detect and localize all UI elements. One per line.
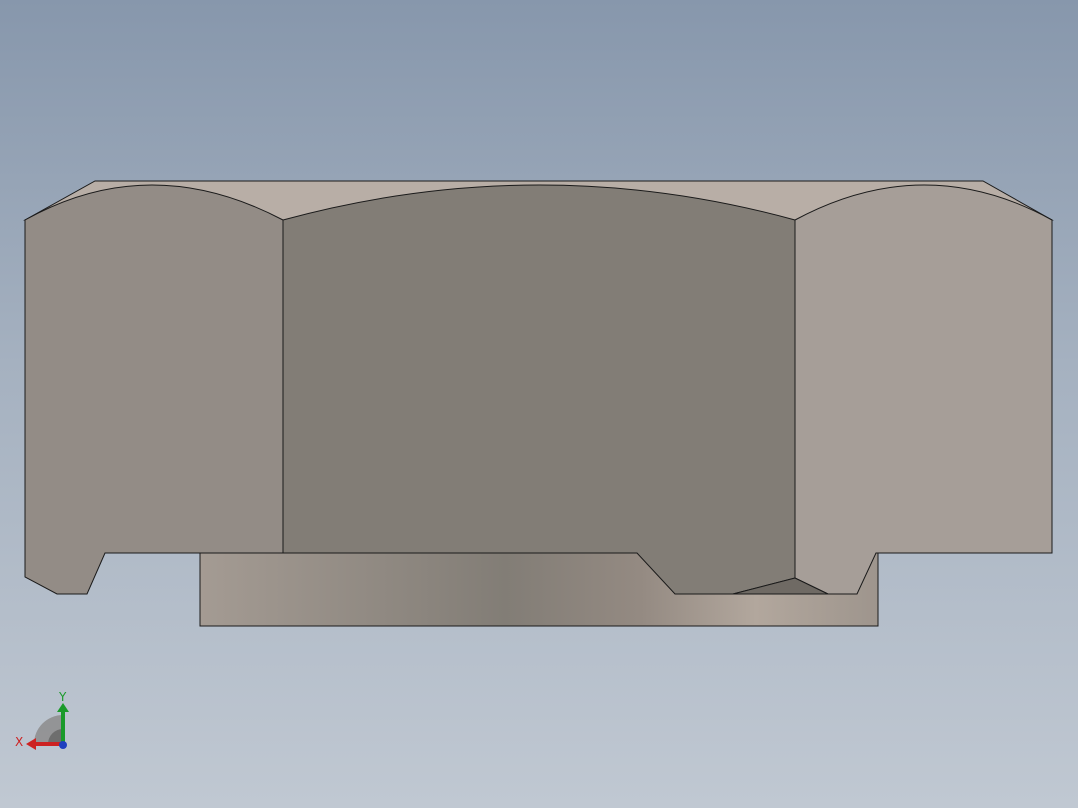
right-hex-face[interactable] <box>794 184 1053 595</box>
left-hex-face[interactable] <box>24 184 284 595</box>
center-hex-face[interactable] <box>282 184 796 595</box>
3d-graphics-area[interactable]: Y X <box>0 0 1078 808</box>
hex-nut-model[interactable] <box>0 0 1078 808</box>
